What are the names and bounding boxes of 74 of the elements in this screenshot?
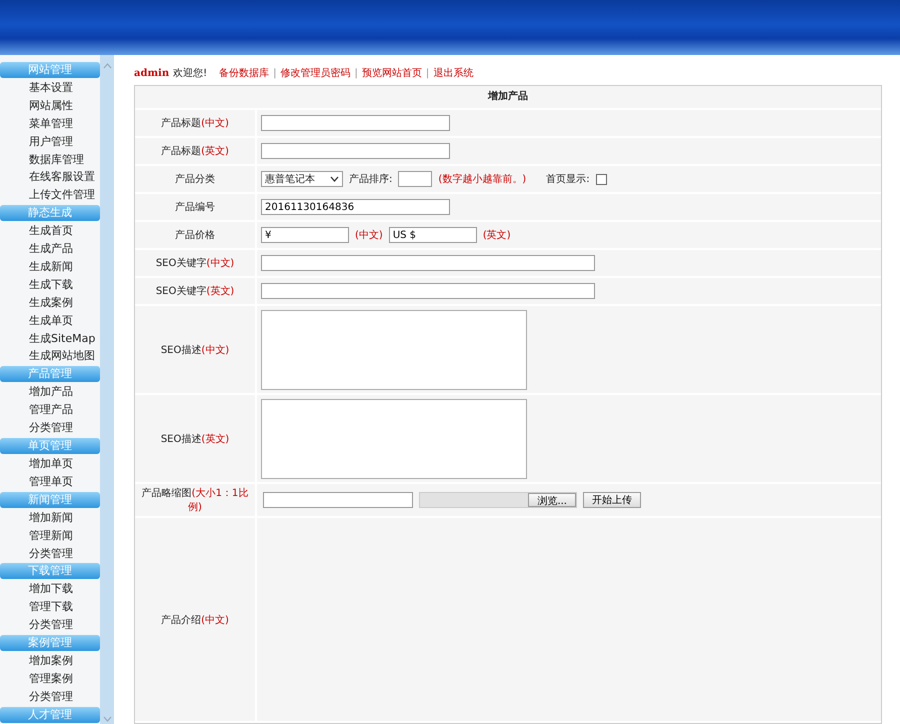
menu-item[interactable]: 管理下载 bbox=[0, 598, 100, 616]
file-field[interactable]: 浏览... bbox=[419, 492, 577, 508]
caret-icon bbox=[330, 176, 339, 182]
image-path-field[interactable] bbox=[263, 492, 413, 508]
menu-item[interactable]: 生成案例 bbox=[0, 294, 100, 312]
menu-item[interactable]: 生成产品 bbox=[0, 240, 100, 258]
menu-item[interactable]: 上传文件管理 bbox=[0, 186, 100, 204]
menu-item[interactable]: 用户管理 bbox=[0, 132, 100, 151]
category-select[interactable]: 惠普笔记本 bbox=[261, 171, 343, 187]
menu-item[interactable]: 分类管理 bbox=[0, 616, 100, 634]
menu-item[interactable]: 网站属性 bbox=[0, 96, 100, 115]
menu-item[interactable]: 生成首页 bbox=[0, 222, 100, 240]
menu-item[interactable]: 生成网站地图 bbox=[0, 347, 100, 366]
menu-item[interactable]: 分类管理 bbox=[0, 419, 100, 438]
field-label: SEO描述(中文) bbox=[135, 306, 257, 393]
text-field[interactable]: 20161130164836 bbox=[261, 199, 450, 215]
menu-item[interactable]: 增加案例 bbox=[0, 652, 100, 670]
menu-item[interactable]: 生成下载 bbox=[0, 276, 100, 294]
form-title: 增加产品 bbox=[135, 86, 881, 110]
menu-item[interactable]: 分类管理 bbox=[0, 688, 100, 706]
currency-note: (中文) bbox=[355, 228, 383, 242]
currency-note: (英文) bbox=[482, 228, 511, 242]
text-field[interactable] bbox=[261, 283, 595, 299]
homepage-checkbox[interactable] bbox=[596, 174, 607, 184]
sort-field[interactable] bbox=[398, 171, 432, 187]
menu-item[interactable]: 管理产品 bbox=[0, 401, 100, 420]
menu-item[interactable]: 增加新闻 bbox=[0, 508, 100, 527]
sort-label: 产品排序: bbox=[349, 172, 392, 186]
username: admin bbox=[134, 68, 170, 78]
menu-item[interactable]: 生成新闻 bbox=[0, 258, 100, 276]
scroll-up-icon[interactable] bbox=[102, 63, 112, 69]
field-label: SEO描述(英文) bbox=[135, 395, 257, 482]
field-label: 产品编号 bbox=[135, 194, 257, 220]
price-field[interactable]: ¥ bbox=[261, 227, 349, 243]
upload-button[interactable]: 开始上传 bbox=[583, 492, 641, 508]
menu-item[interactable]: 增加单页 bbox=[0, 455, 100, 473]
text-field[interactable] bbox=[261, 255, 595, 271]
field-label: 产品略缩图(大小1：1比例) bbox=[135, 484, 257, 516]
text-field[interactable] bbox=[261, 143, 450, 159]
field-label: 产品标题(中文) bbox=[135, 110, 257, 136]
top-link[interactable]: 退出系统 bbox=[433, 66, 474, 80]
menu-item[interactable]: 增加产品 bbox=[0, 383, 100, 402]
text-field[interactable] bbox=[261, 115, 450, 131]
field-label: SEO关键字(中文) bbox=[135, 250, 257, 276]
menu-item[interactable]: 基本设置 bbox=[0, 79, 100, 97]
menu-item[interactable]: 管理新闻 bbox=[0, 526, 100, 545]
top-link[interactable]: 备份数据库 bbox=[219, 66, 270, 80]
homepage-label: 首页显示: bbox=[546, 173, 590, 186]
link-separator: | bbox=[426, 68, 430, 78]
top-link[interactable]: 预览网站首页 bbox=[362, 66, 422, 80]
link-separator: | bbox=[273, 68, 277, 78]
welcome-text: 欢迎您! bbox=[173, 66, 208, 80]
field-label: 产品介绍(中文) bbox=[135, 518, 257, 721]
field-label: SEO关键字(英文) bbox=[135, 278, 257, 304]
field-label: 产品价格 bbox=[135, 222, 257, 248]
browse-button[interactable]: 浏览... bbox=[528, 493, 576, 507]
menu-item[interactable]: 分类管理 bbox=[0, 544, 100, 562]
scroll-down-icon[interactable] bbox=[102, 716, 112, 722]
menu-item[interactable]: 在线客服设置 bbox=[0, 168, 100, 186]
menu-item[interactable]: 管理单页 bbox=[0, 472, 100, 491]
link-separator: | bbox=[354, 68, 358, 78]
menu-item[interactable]: 生成单页 bbox=[0, 312, 100, 330]
menu-item[interactable]: 增加下载 bbox=[0, 580, 100, 598]
description-field[interactable] bbox=[261, 398, 527, 478]
menu-item[interactable]: 生成SiteMap bbox=[0, 330, 100, 348]
menu-item[interactable]: 数据库管理 bbox=[0, 150, 100, 168]
menu-item[interactable]: 菜单管理 bbox=[0, 114, 100, 133]
sort-hint: (数字越小越靠前。) bbox=[438, 172, 526, 186]
description-field[interactable] bbox=[261, 310, 527, 390]
top-link[interactable]: 修改管理员密码 bbox=[280, 66, 351, 80]
price-field[interactable]: US $ bbox=[388, 227, 477, 243]
menu-item[interactable]: 管理案例 bbox=[0, 670, 100, 688]
field-label: 产品分类 bbox=[135, 166, 257, 192]
field-label: 产品标题(英文) bbox=[135, 138, 257, 164]
